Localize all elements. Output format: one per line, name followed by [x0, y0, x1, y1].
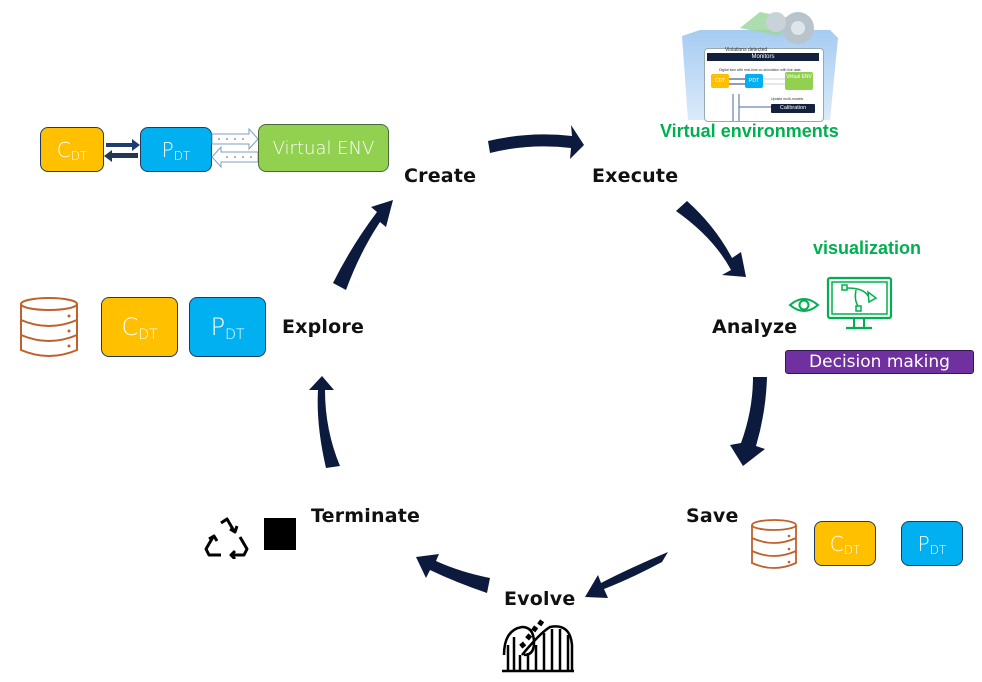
save-pdt-box: P DT	[901, 521, 963, 566]
pdt-sub: DT	[929, 542, 947, 557]
cdt-main: C	[829, 531, 844, 556]
database-icon-explore	[20, 297, 78, 357]
cdt-sub: DT	[138, 327, 158, 343]
recycle-icon	[204, 517, 249, 559]
cdt-main: C	[121, 313, 139, 341]
virtual-environments-illustration: Violations detected Monitors Digital twi…	[680, 8, 840, 123]
arrow-create-to-execute	[488, 125, 584, 159]
pdt-main: P	[161, 137, 174, 162]
create-pdt-box: P DT	[140, 127, 212, 172]
pdt-main: P	[917, 531, 930, 556]
cdt-sub: DT	[70, 148, 88, 163]
create-virtual-env-box: Virtual ENV	[258, 124, 389, 172]
stage-save: Save	[686, 505, 739, 527]
explore-pdt-box: P DT	[189, 297, 266, 357]
visualization-title: visualization	[813, 238, 922, 258]
pdt-sub: DT	[225, 327, 245, 343]
explore-cdt-box: C DT	[101, 297, 178, 357]
thumb-connectors	[729, 78, 785, 121]
roller-coaster-icon	[502, 619, 574, 673]
arrow-execute-to-analyze	[676, 201, 746, 277]
cdt-main: C	[56, 137, 71, 162]
dotted-exchange-arrows-icon	[211, 128, 259, 169]
arrow-evolve-to-terminate	[416, 554, 490, 593]
arrow-save-to-evolve	[585, 552, 668, 598]
bidirectional-arrows-icon	[104, 139, 140, 162]
database-icon-save	[751, 519, 797, 569]
pdt-sub: DT	[173, 148, 191, 163]
save-cdt-box: C DT	[814, 521, 876, 566]
stage-analyze: Analyze	[712, 316, 798, 338]
cdt-sub: DT	[843, 542, 861, 557]
stage-evolve: Evolve	[504, 588, 576, 610]
arrow-explore-to-create	[333, 200, 393, 290]
digital-twin-thumbnail: Violations detected Monitors Digital twi…	[704, 47, 824, 122]
pdt-main: P	[210, 313, 226, 341]
arrow-terminate-to-explore	[309, 376, 340, 468]
virtual-environments-title: Virtual environments	[660, 121, 839, 141]
stage-create: Create	[404, 165, 477, 187]
create-cdt-box: C DT	[40, 127, 104, 172]
stage-explore: Explore	[282, 316, 365, 338]
eye-icon	[788, 298, 820, 312]
stage-execute: Execute	[592, 165, 679, 187]
stage-terminate: Terminate	[311, 505, 421, 527]
stop-icon	[264, 518, 296, 550]
monitor-vector-icon	[826, 276, 893, 330]
arrow-analyze-to-save	[730, 377, 767, 466]
decision-making-badge: Decision making	[785, 350, 974, 374]
